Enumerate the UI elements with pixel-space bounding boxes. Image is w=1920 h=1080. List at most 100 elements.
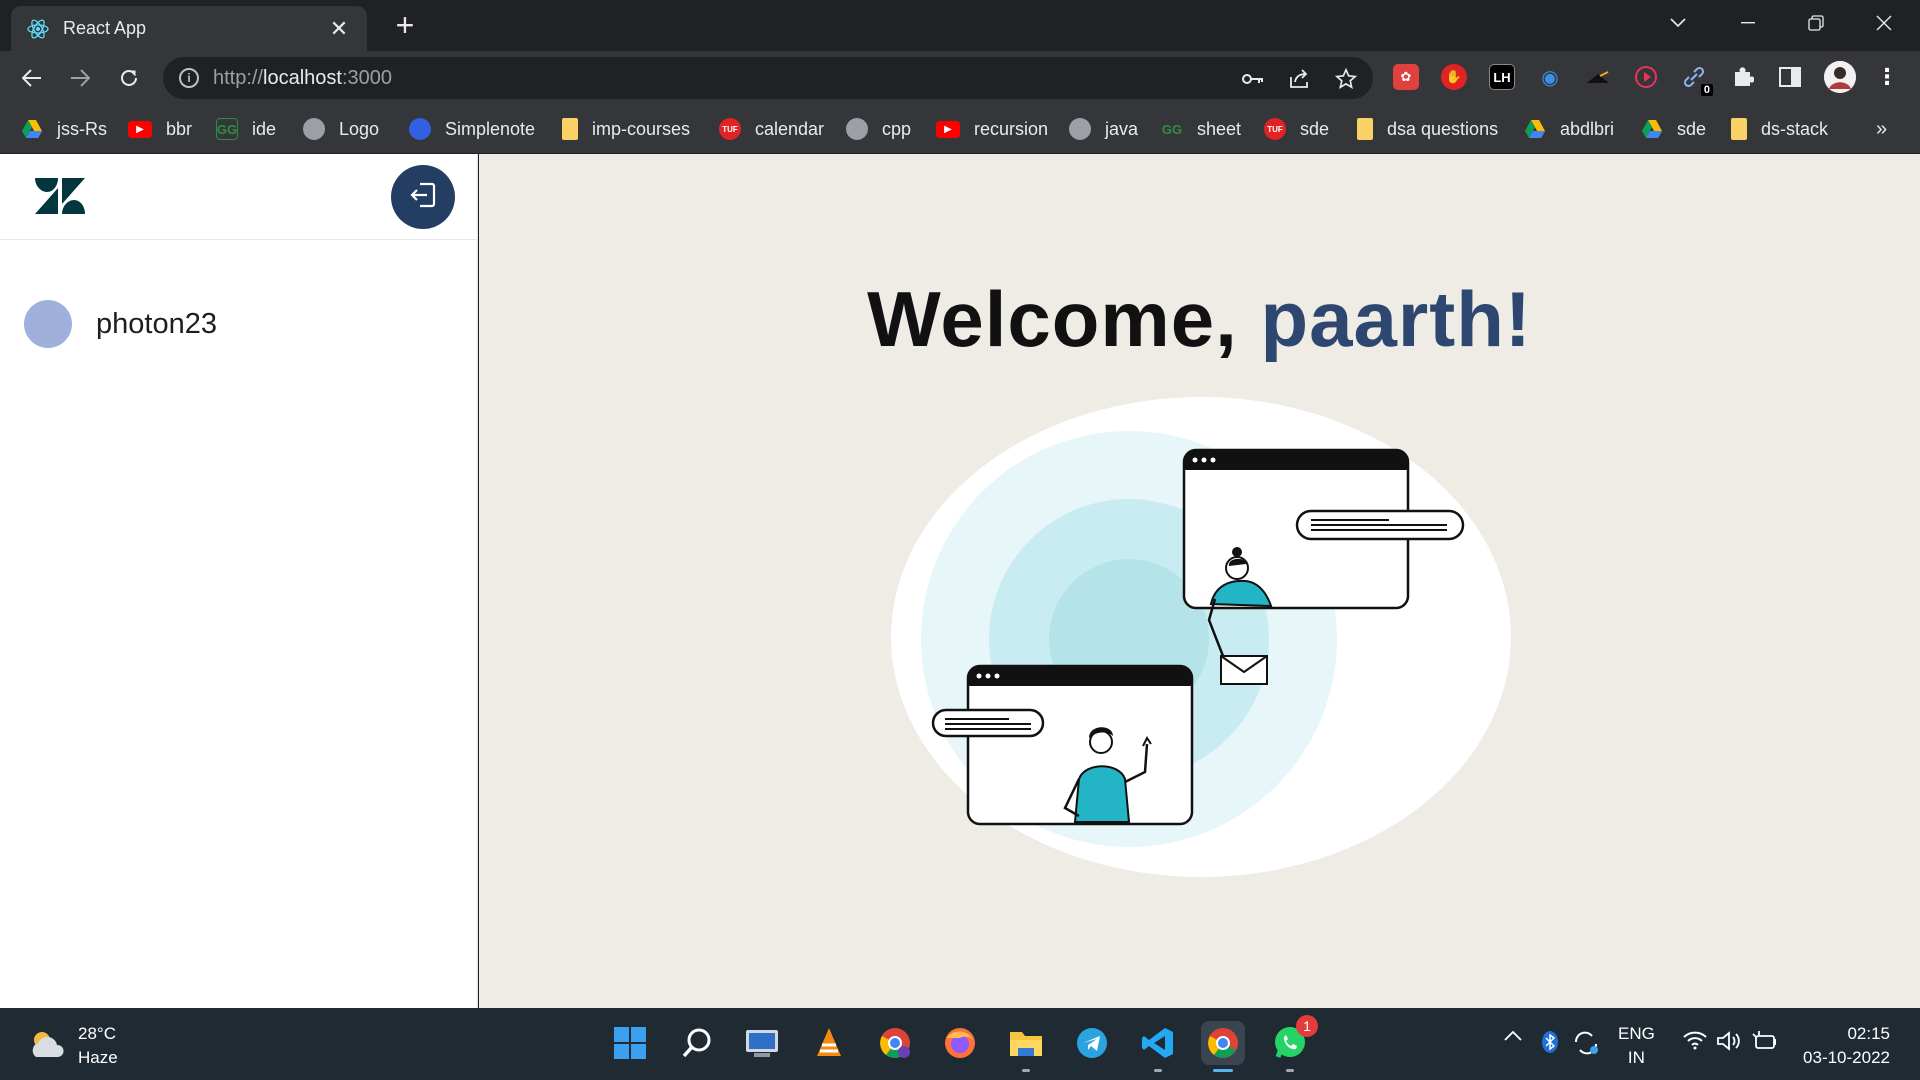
vscode-app[interactable]: [1136, 1021, 1180, 1072]
region-code: IN: [1627, 1048, 1645, 1067]
vlc-app[interactable]: [807, 1021, 851, 1065]
back-button[interactable]: [15, 61, 49, 95]
logout-icon: [408, 180, 438, 215]
remote-desktop-app[interactable]: [740, 1021, 784, 1065]
notification-badge: 1: [1296, 1015, 1318, 1037]
tab-title: React App: [63, 18, 147, 38]
ext-link-icon[interactable]: 0: [1681, 64, 1713, 96]
ext-edge-icon[interactable]: ◉: [1537, 64, 1563, 90]
bookmarks-overflow-button[interactable]: »: [1876, 118, 1887, 141]
tab-search-chevron-icon[interactable]: [1658, 8, 1698, 38]
sync-icon[interactable]: [1572, 1030, 1600, 1056]
weather-widget[interactable]: 28°C Haze: [28, 1022, 118, 1070]
whatsapp-app[interactable]: 1: [1268, 1015, 1318, 1072]
gfg-icon: GG: [1161, 121, 1183, 137]
bookmark-label: sde: [1300, 118, 1330, 139]
bookmark-item[interactable]: ▶ bbr: [128, 116, 192, 142]
ext-play-icon[interactable]: [1633, 64, 1659, 90]
user-list-item[interactable]: photon23: [24, 300, 217, 348]
forward-button[interactable]: [63, 61, 97, 95]
tab-close-icon[interactable]: ✕: [327, 16, 351, 42]
taskbar: 28°C Haze 1 ENG IN 02:15 03-10-2022: [0, 1008, 1920, 1080]
ext-lh-icon[interactable]: LH: [1489, 64, 1515, 90]
bookmark-item[interactable]: imp-courses: [562, 116, 690, 142]
logout-button[interactable]: [391, 165, 455, 229]
ext-red-icon[interactable]: ✿: [1393, 64, 1419, 90]
telegram-app[interactable]: [1070, 1021, 1114, 1065]
bookmark-item[interactable]: GG ide: [216, 116, 276, 142]
drive-icon: [1641, 118, 1663, 140]
language-indicator[interactable]: ENG IN: [1618, 1022, 1655, 1070]
globe-icon: [846, 118, 868, 140]
vscode-icon: [1142, 1028, 1173, 1058]
remote-desktop-icon: [746, 1030, 778, 1057]
weather-temp: 28°C: [78, 1024, 116, 1043]
wifi-icon[interactable]: [1682, 1030, 1708, 1050]
bookmark-item[interactable]: cpp: [846, 116, 911, 142]
bookmark-label: sde: [1677, 118, 1707, 139]
weather-icon: [28, 1027, 66, 1066]
bookmark-item[interactable]: abdlbri: [1524, 116, 1614, 142]
globe-icon: [303, 118, 325, 140]
chrome-app[interactable]: [1201, 1021, 1245, 1072]
bookmark-item[interactable]: TUF sde: [1264, 116, 1329, 142]
bookmark-label: ide: [252, 118, 277, 139]
bookmark-item[interactable]: java: [1069, 116, 1138, 142]
bookmark-item[interactable]: GG sheet: [1161, 116, 1241, 142]
bookmark-item[interactable]: dsa questions: [1357, 116, 1498, 142]
search-icon: [682, 1028, 711, 1058]
bookmark-item[interactable]: ▶ recursion: [936, 116, 1048, 142]
telegram-icon: [1077, 1028, 1107, 1058]
clock[interactable]: 02:15 03-10-2022: [1790, 1022, 1890, 1070]
menu-dots-icon[interactable]: ⋮: [1874, 64, 1900, 90]
bookmark-item[interactable]: jss-Rs: [21, 116, 107, 142]
bookmark-item[interactable]: sde: [1641, 116, 1706, 142]
folder-icon: [1731, 118, 1747, 140]
url-port: :3000: [341, 66, 393, 89]
profile-avatar[interactable]: [1824, 61, 1856, 93]
sidebar: photon23: [0, 154, 478, 1008]
share-icon[interactable]: [1287, 66, 1313, 92]
bookmark-item[interactable]: TUF calendar: [719, 116, 824, 142]
bookmark-label: abdlbri: [1560, 118, 1615, 139]
gfg-icon: GG: [216, 118, 238, 140]
restore-button[interactable]: [1796, 8, 1836, 38]
key-icon[interactable]: [1240, 66, 1266, 92]
reload-button[interactable]: [112, 61, 146, 95]
search-button[interactable]: [675, 1021, 719, 1065]
tuf-icon: TUF: [719, 118, 741, 140]
sidepanel-icon[interactable]: [1777, 64, 1803, 90]
battery-icon[interactable]: [1752, 1030, 1778, 1052]
ext-dark-icon[interactable]: [1585, 64, 1611, 90]
bookmark-item[interactable]: Logo: [303, 116, 379, 142]
file-explorer-app[interactable]: [1004, 1021, 1048, 1072]
start-button[interactable]: [608, 1021, 652, 1065]
zendesk-logo: [34, 176, 86, 216]
ext-hand-icon[interactable]: ✋: [1441, 64, 1467, 90]
bookmark-item[interactable]: ds-stack: [1731, 116, 1828, 142]
chrome-profile-app[interactable]: [873, 1021, 917, 1065]
bookmark-label: ds-stack: [1761, 118, 1829, 139]
bluetooth-icon[interactable]: [1541, 1030, 1559, 1054]
bookmark-item[interactable]: Simplenote: [409, 116, 535, 142]
tray-overflow-chevron-icon[interactable]: [1504, 1030, 1522, 1042]
minimize-button[interactable]: [1728, 8, 1768, 38]
bookmark-label: dsa questions: [1387, 118, 1499, 139]
volume-icon[interactable]: [1716, 1030, 1742, 1052]
address-bar[interactable]: i http://localhost:3000: [163, 57, 1373, 99]
user-name: photon23: [96, 307, 217, 340]
bookmark-star-icon[interactable]: [1333, 66, 1359, 92]
main-content: Welcome, paarth!: [479, 154, 1920, 1008]
folder-icon: [1357, 118, 1373, 140]
new-tab-button[interactable]: +: [389, 9, 421, 42]
bookmark-label: cpp: [882, 118, 912, 139]
puzzle-icon[interactable]: [1730, 64, 1756, 90]
firefox-app[interactable]: [938, 1021, 982, 1065]
close-window-button[interactable]: [1864, 8, 1904, 38]
avatar: [24, 300, 72, 348]
browser-tab[interactable]: React App ✕: [11, 6, 367, 51]
site-info-icon[interactable]: i: [179, 68, 199, 88]
bookmarks-bar: jss-Rs ▶ bbr GG ide Logo Simplenote imp-…: [0, 104, 1920, 154]
bookmark-label: recursion: [974, 118, 1049, 139]
sidebar-header: [0, 154, 478, 240]
